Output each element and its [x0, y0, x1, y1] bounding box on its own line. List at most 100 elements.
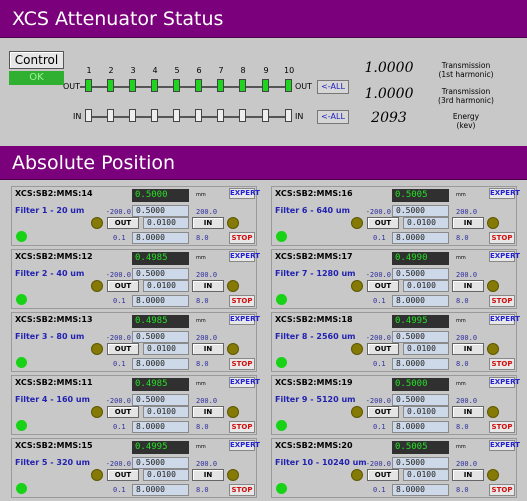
- step-input[interactable]: 8.0000: [132, 421, 189, 433]
- step-input[interactable]: 8.0000: [392, 484, 449, 496]
- setpoint-input[interactable]: 0.5000: [132, 331, 189, 343]
- out-all-button[interactable]: <-ALL: [317, 80, 349, 94]
- tweak-input[interactable]: 0.0100: [143, 469, 189, 481]
- in-button[interactable]: IN: [192, 469, 224, 481]
- in-led-3[interactable]: [129, 109, 136, 122]
- stop-button[interactable]: STOP: [489, 358, 515, 370]
- stop-button[interactable]: STOP: [229, 232, 255, 244]
- out-led-1[interactable]: [85, 79, 92, 92]
- in-led-8[interactable]: [239, 109, 246, 122]
- stop-button[interactable]: STOP: [229, 358, 255, 370]
- out-button[interactable]: OUT: [107, 217, 139, 229]
- out-button[interactable]: OUT: [367, 406, 399, 418]
- setpoint-input[interactable]: 0.5000: [392, 457, 449, 469]
- tweak-input[interactable]: 0.0100: [403, 406, 449, 418]
- out-button[interactable]: OUT: [107, 280, 139, 292]
- out-led-7[interactable]: [217, 79, 224, 92]
- in-button[interactable]: IN: [452, 217, 484, 229]
- in-led-2[interactable]: [107, 109, 114, 122]
- step-input[interactable]: 8.0000: [132, 295, 189, 307]
- in-led-7[interactable]: [217, 109, 224, 122]
- stop-button[interactable]: STOP: [229, 484, 255, 496]
- setpoint-input[interactable]: 0.5000: [132, 205, 189, 217]
- expert-button[interactable]: EXPERT: [229, 440, 260, 451]
- status-led: [16, 483, 27, 494]
- out-led-9[interactable]: [262, 79, 269, 92]
- expert-button[interactable]: EXPERT: [229, 314, 260, 325]
- in-led-4[interactable]: [151, 109, 158, 122]
- out-led-2[interactable]: [107, 79, 114, 92]
- out-button[interactable]: OUT: [367, 217, 399, 229]
- in-led-5[interactable]: [173, 109, 180, 122]
- tweak-input[interactable]: 0.0100: [403, 280, 449, 292]
- setpoint-input[interactable]: 0.5000: [392, 331, 449, 343]
- step-input[interactable]: 8.0000: [132, 484, 189, 496]
- setpoint-input[interactable]: 0.5000: [392, 268, 449, 280]
- setpoint-input[interactable]: 0.5000: [392, 205, 449, 217]
- out-led-8[interactable]: [239, 79, 246, 92]
- in-button[interactable]: IN: [192, 280, 224, 292]
- tweak-input[interactable]: 0.0100: [143, 280, 189, 292]
- in-button[interactable]: IN: [452, 280, 484, 292]
- out-led-5[interactable]: [173, 79, 180, 92]
- expert-button[interactable]: EXPERT: [489, 251, 520, 262]
- tweak-left-indicator: [351, 280, 363, 292]
- setpoint-input[interactable]: 0.5000: [132, 394, 189, 406]
- setpoint-input[interactable]: 0.5000: [132, 268, 189, 280]
- in-led-9[interactable]: [262, 109, 269, 122]
- out-button[interactable]: OUT: [367, 343, 399, 355]
- step-input[interactable]: 8.0000: [392, 421, 449, 433]
- control-button[interactable]: Control: [9, 51, 64, 69]
- stop-button[interactable]: STOP: [229, 295, 255, 307]
- step-input[interactable]: 8.0000: [392, 232, 449, 244]
- tweak-input[interactable]: 0.0100: [143, 343, 189, 355]
- stop-button[interactable]: STOP: [489, 295, 515, 307]
- in-all-button[interactable]: <-ALL: [317, 110, 349, 124]
- step-input[interactable]: 8.0000: [392, 295, 449, 307]
- setpoint-input[interactable]: 0.5000: [132, 457, 189, 469]
- expert-button[interactable]: EXPERT: [489, 440, 520, 451]
- out-button[interactable]: OUT: [367, 280, 399, 292]
- out-button[interactable]: OUT: [107, 406, 139, 418]
- in-button[interactable]: IN: [192, 217, 224, 229]
- out-led-6[interactable]: [195, 79, 202, 92]
- in-led-10[interactable]: [285, 109, 292, 122]
- stop-button[interactable]: STOP: [489, 484, 515, 496]
- in-led-6[interactable]: [195, 109, 202, 122]
- tweak-input[interactable]: 0.0100: [143, 406, 189, 418]
- stop-button[interactable]: STOP: [489, 421, 515, 433]
- in-button[interactable]: IN: [192, 406, 224, 418]
- high-limit: 200.0: [196, 271, 218, 279]
- tweak-right-indicator: [227, 469, 239, 481]
- expert-button[interactable]: EXPERT: [489, 314, 520, 325]
- expert-button[interactable]: EXPERT: [229, 377, 260, 388]
- tweak-input[interactable]: 0.0100: [403, 469, 449, 481]
- tweak-input[interactable]: 0.0100: [403, 343, 449, 355]
- step-input[interactable]: 8.0000: [392, 358, 449, 370]
- in-button[interactable]: IN: [192, 343, 224, 355]
- filter-name: Filter 5 - 320 um: [15, 458, 90, 467]
- step-input[interactable]: 8.0000: [132, 232, 189, 244]
- expert-button[interactable]: EXPERT: [229, 188, 260, 199]
- out-button[interactable]: OUT: [107, 469, 139, 481]
- out-led-3[interactable]: [129, 79, 136, 92]
- tweak-left-indicator: [91, 469, 103, 481]
- out-button[interactable]: OUT: [107, 343, 139, 355]
- out-button[interactable]: OUT: [367, 469, 399, 481]
- out-led-10[interactable]: [285, 79, 292, 92]
- setpoint-input[interactable]: 0.5000: [392, 394, 449, 406]
- in-button[interactable]: IN: [452, 343, 484, 355]
- step-input[interactable]: 8.0000: [132, 358, 189, 370]
- expert-button[interactable]: EXPERT: [489, 188, 520, 199]
- out-led-4[interactable]: [151, 79, 158, 92]
- stop-button[interactable]: STOP: [489, 232, 515, 244]
- tweak-input[interactable]: 0.0100: [143, 217, 189, 229]
- in-led-1[interactable]: [85, 109, 92, 122]
- in-button[interactable]: IN: [452, 406, 484, 418]
- stop-button[interactable]: STOP: [229, 421, 255, 433]
- expert-button[interactable]: EXPERT: [229, 251, 260, 262]
- readback-value: 0.4995: [132, 441, 189, 454]
- expert-button[interactable]: EXPERT: [489, 377, 520, 388]
- tweak-input[interactable]: 0.0100: [403, 217, 449, 229]
- in-button[interactable]: IN: [452, 469, 484, 481]
